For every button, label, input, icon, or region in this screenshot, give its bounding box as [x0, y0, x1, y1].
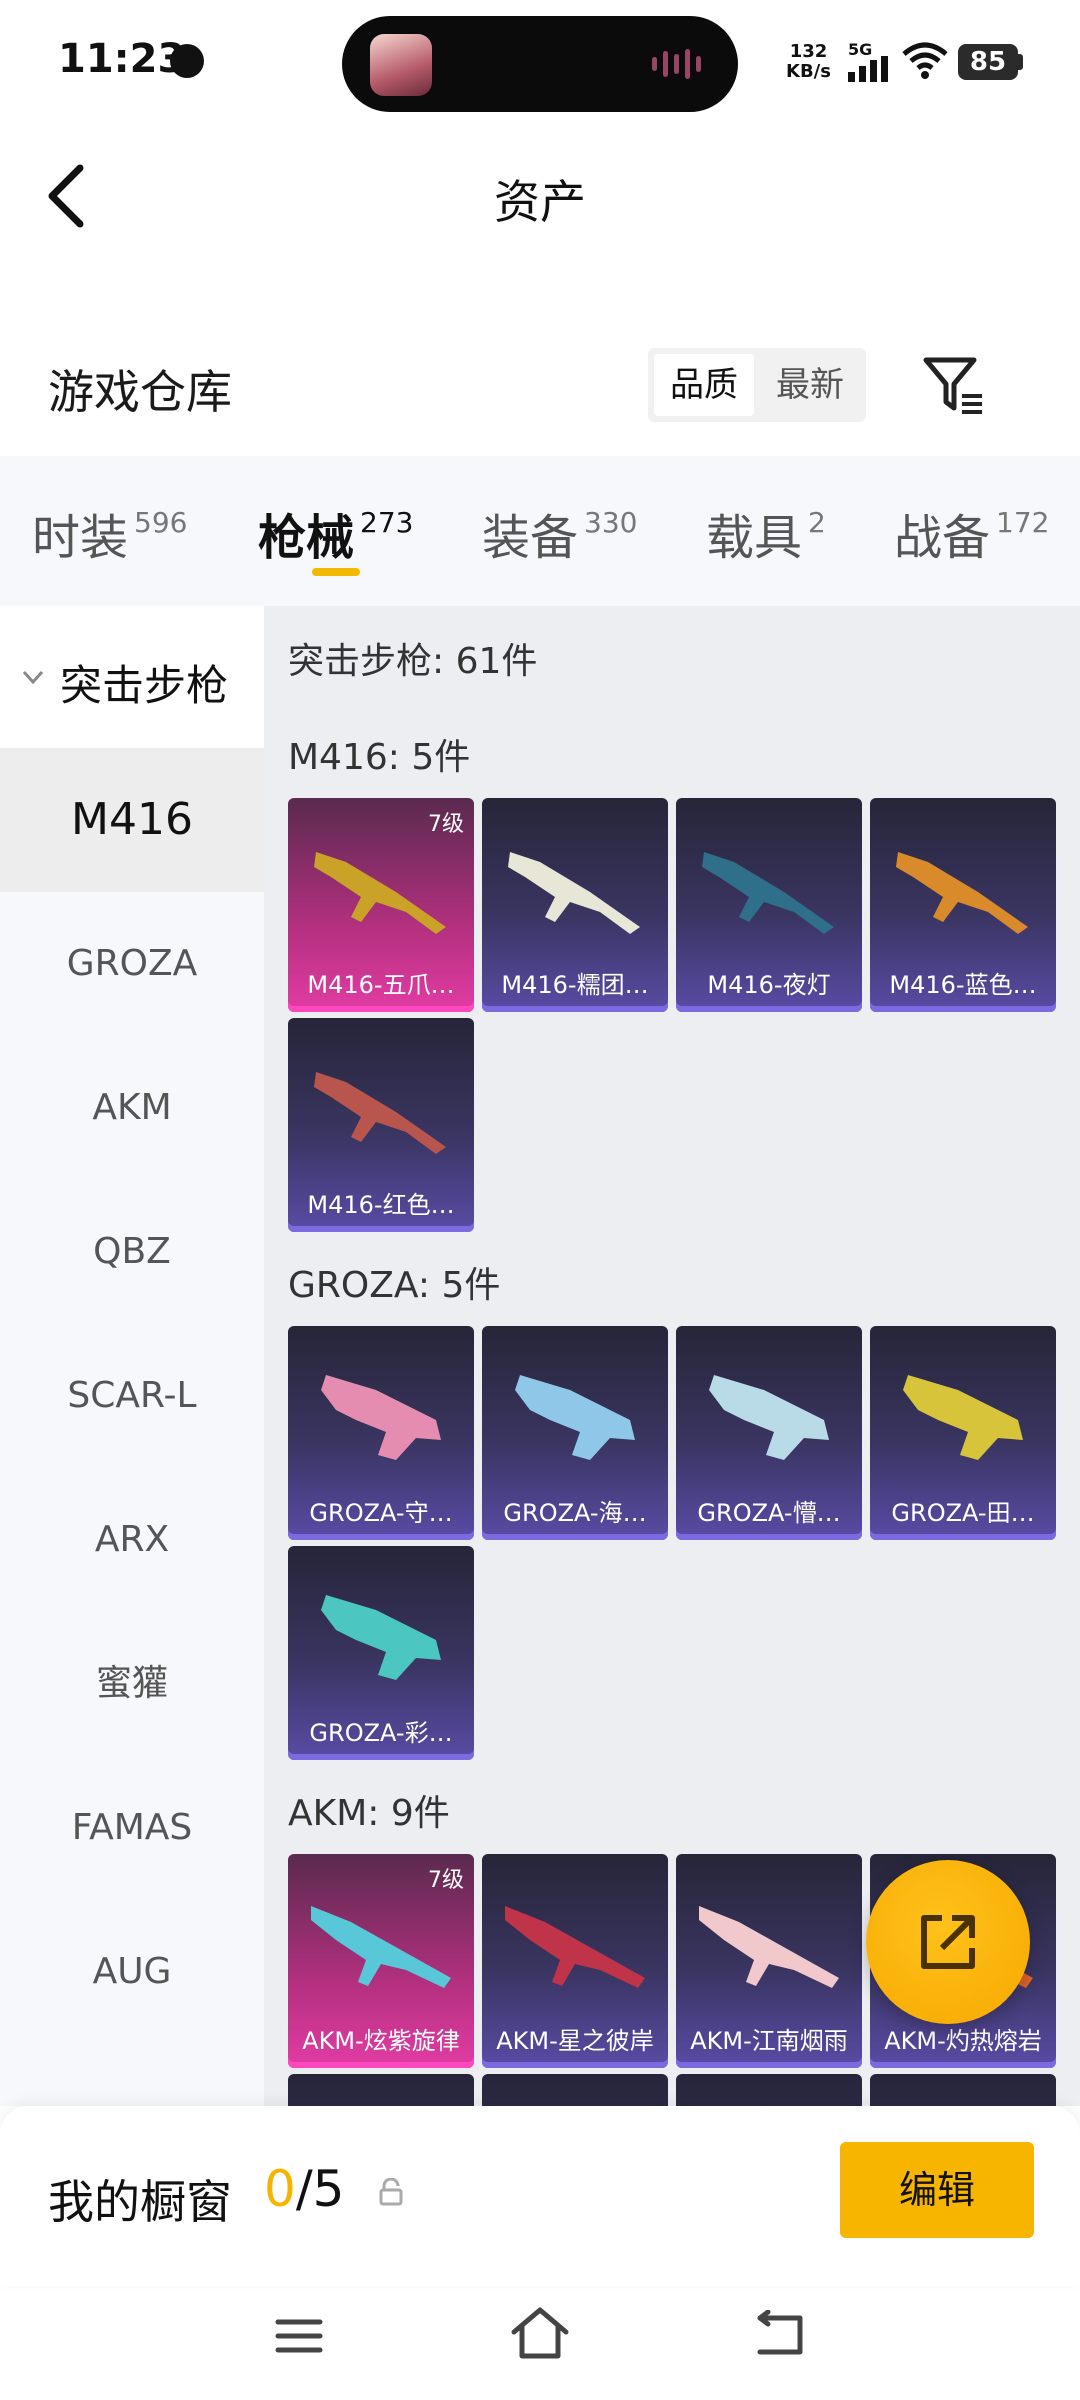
rifle-icon	[515, 1375, 635, 1460]
rifle-icon	[508, 852, 640, 934]
home-icon[interactable]	[510, 2306, 570, 2360]
signal-icon	[848, 56, 888, 82]
battery-cap	[1018, 54, 1023, 70]
rifle-icon	[311, 1906, 451, 1988]
back-nav-icon[interactable]	[754, 2310, 806, 2358]
weapon-type-sidebar: 突击步枪 M416 GROZA AKM QBZ SCAR-L ARX 蜜獾 FA…	[0, 606, 264, 2106]
weapon-card[interactable]: M416-蓝色…	[870, 798, 1056, 1012]
warehouse-title: 游戏仓库	[48, 365, 232, 419]
share-icon	[921, 1915, 975, 1969]
weapon-card[interactable]	[676, 2074, 862, 2106]
showcase-count: 0/5	[264, 2160, 345, 2218]
tab-supplies[interactable]: 战备 172	[894, 498, 1049, 568]
rifle-icon	[505, 1906, 645, 1988]
rifle-icon	[903, 1375, 1023, 1460]
sidebar-item-arx[interactable]: ARX	[0, 1468, 264, 1612]
sidebar-item-aug[interactable]: AUG	[0, 1900, 264, 2044]
sort-quality-button[interactable]: 品质	[654, 354, 754, 416]
sidebar-item-akm[interactable]: AKM	[0, 1036, 264, 1180]
sidebar-item-m416[interactable]: M416	[0, 748, 264, 892]
tab-fashion[interactable]: 时装 596	[32, 498, 187, 568]
tab-firearms[interactable]: 枪械 273	[258, 498, 413, 568]
category-tabs: 时装 596 枪械 273 装备 330 载具 2 战备 172	[0, 456, 1080, 606]
group-title-groza: GROZA: 5件	[288, 1265, 501, 1306]
weapon-card[interactable]: AKM-星之彼岸	[482, 1854, 668, 2068]
chevron-down-icon	[22, 670, 44, 685]
weapon-card[interactable]	[288, 2074, 474, 2106]
wifi-icon	[902, 42, 948, 79]
weapon-card[interactable]	[870, 2074, 1056, 2106]
showcase-label: 我的橱窗	[48, 2175, 232, 2229]
rifle-icon	[321, 1375, 441, 1460]
sidebar-item-honey-badger[interactable]: 蜜獾	[0, 1612, 264, 1756]
rifle-icon	[709, 1375, 829, 1460]
tab-vehicles[interactable]: 载具 2	[706, 498, 826, 568]
weapon-card[interactable]: M416-夜灯	[676, 798, 862, 1012]
sidebar-item-qbz[interactable]: QBZ	[0, 1180, 264, 1324]
weapon-card[interactable]: 7级 M416-五爪…	[288, 798, 474, 1012]
group-title-akm: AKM: 9件	[288, 1793, 450, 1834]
status-time: 11:23	[58, 36, 186, 82]
weapon-card[interactable]: AKM-江南烟雨	[676, 1854, 862, 2068]
rifle-icon	[321, 1595, 441, 1680]
weapon-card[interactable]: GROZA-彩…	[288, 1546, 474, 1760]
weapon-card[interactable]: 7级 AKM-炫紫旋律	[288, 1854, 474, 2068]
page-title: 资产	[494, 175, 586, 229]
weapon-card[interactable]: M416-糯团…	[482, 798, 668, 1012]
sort-newest-button[interactable]: 最新	[760, 354, 860, 416]
category-count: 突击步枪: 61件	[288, 641, 538, 682]
edit-button[interactable]: 编辑	[840, 2142, 1034, 2238]
lock-icon	[379, 2178, 403, 2206]
rifle-icon	[896, 852, 1028, 934]
sidebar-item-groza[interactable]: GROZA	[0, 892, 264, 1036]
weapon-card[interactable]	[482, 2074, 668, 2106]
weapon-card[interactable]: GROZA-田…	[870, 1326, 1056, 1540]
weapon-card[interactable]: GROZA-守…	[288, 1326, 474, 1540]
group-title-m416: M416: 5件	[288, 737, 471, 778]
tab-equipment[interactable]: 装备 330	[482, 498, 637, 568]
weapon-card[interactable]: GROZA-懵…	[676, 1326, 862, 1540]
rifle-icon	[702, 852, 834, 934]
rifle-icon	[699, 1906, 839, 1988]
sidebar-group-assault-rifles[interactable]: 突击步枪	[0, 606, 264, 748]
sort-toggle: 品质 最新	[648, 348, 866, 422]
audio-wave-icon	[652, 48, 708, 80]
tab-indicator	[312, 568, 360, 576]
globe-icon	[170, 44, 204, 78]
rifle-icon	[314, 852, 446, 934]
share-button[interactable]	[866, 1860, 1030, 2024]
menu-icon[interactable]	[274, 2316, 324, 2356]
sidebar-item-famas[interactable]: FAMAS	[0, 1756, 264, 1900]
filter-icon[interactable]	[920, 352, 986, 418]
sidebar-item-scar-l[interactable]: SCAR-L	[0, 1324, 264, 1468]
weapon-card[interactable]: GROZA-海…	[482, 1326, 668, 1540]
weapon-card[interactable]: M416-红色…	[288, 1018, 474, 1232]
app-avatar-icon	[370, 34, 432, 96]
network-speed: 132 KB/s	[786, 41, 831, 82]
rifle-icon	[314, 1072, 446, 1154]
battery-indicator: 85	[958, 44, 1018, 80]
